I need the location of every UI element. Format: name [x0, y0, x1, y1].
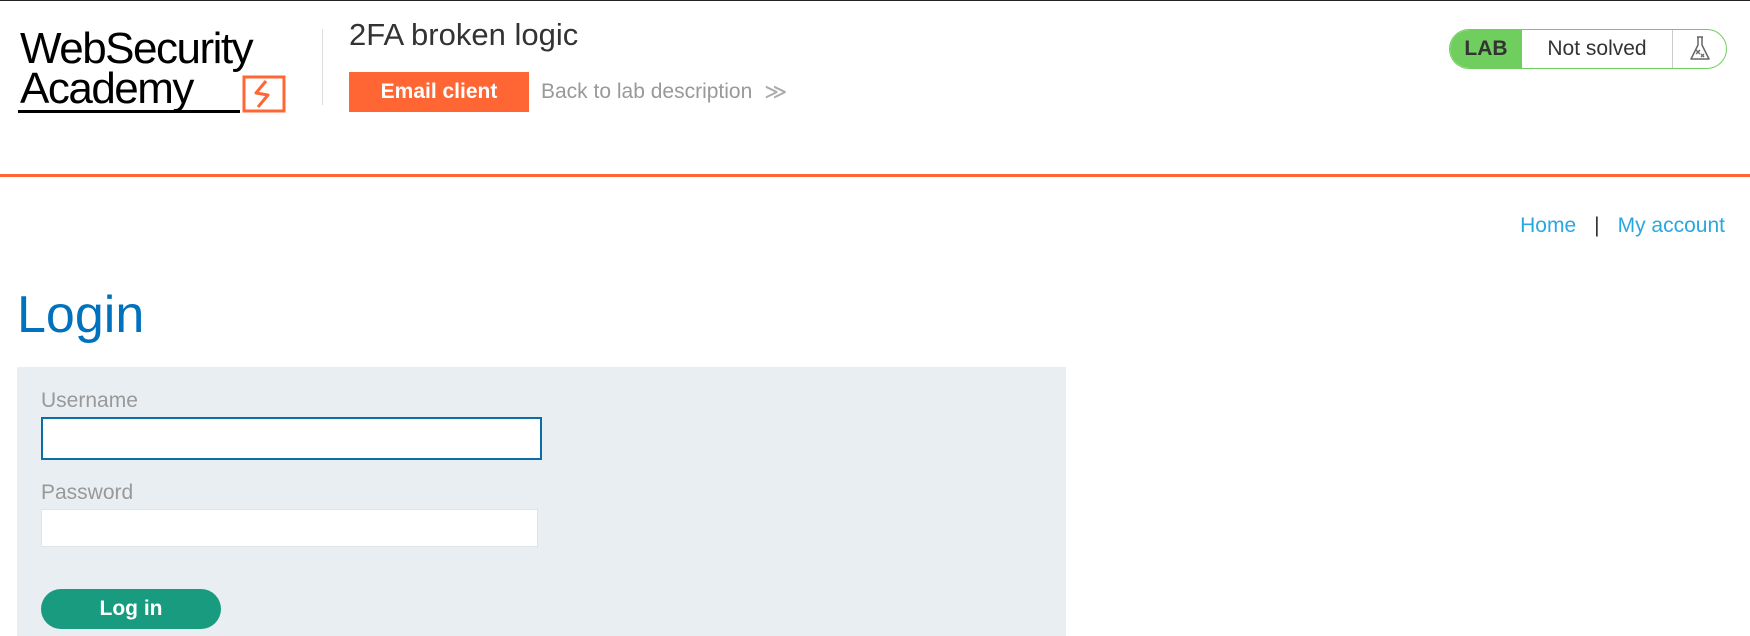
logo-text-line2: Academy: [20, 64, 194, 113]
username-input[interactable]: [41, 417, 542, 460]
username-label: Username: [41, 389, 138, 412]
lab-label: LAB: [1450, 30, 1522, 68]
lab-status-badge: LAB Not solved: [1449, 29, 1727, 69]
double-chevron-right-icon: ≫: [764, 79, 787, 104]
back-link-label: Back to lab description: [541, 80, 753, 103]
email-client-button[interactable]: Email client: [349, 72, 529, 112]
flask-icon: [1673, 30, 1726, 68]
header-accent-bar: [0, 174, 1750, 177]
nav-home-link[interactable]: Home: [1520, 214, 1576, 238]
password-label: Password: [41, 481, 134, 504]
page-title: Login: [17, 286, 145, 344]
password-input[interactable]: [41, 509, 538, 547]
nav-my-account-link[interactable]: My account: [1618, 214, 1725, 238]
logo-underline: [18, 110, 240, 113]
lab-header: WebSecurity Academy 2FA broken logic Ema…: [0, 1, 1750, 171]
lab-title: 2FA broken logic: [349, 17, 579, 52]
nav-separator: |: [1594, 214, 1600, 237]
log-in-button[interactable]: Log in: [41, 589, 221, 629]
logo-lightning-icon: [242, 75, 286, 113]
top-nav: Home | My account: [1520, 214, 1725, 238]
header-divider: [322, 29, 323, 105]
back-to-lab-description-link[interactable]: Back to lab description ≫: [541, 79, 787, 105]
lab-status-text: Not solved: [1522, 30, 1673, 68]
web-security-academy-logo[interactable]: WebSecurity Academy: [18, 23, 318, 118]
